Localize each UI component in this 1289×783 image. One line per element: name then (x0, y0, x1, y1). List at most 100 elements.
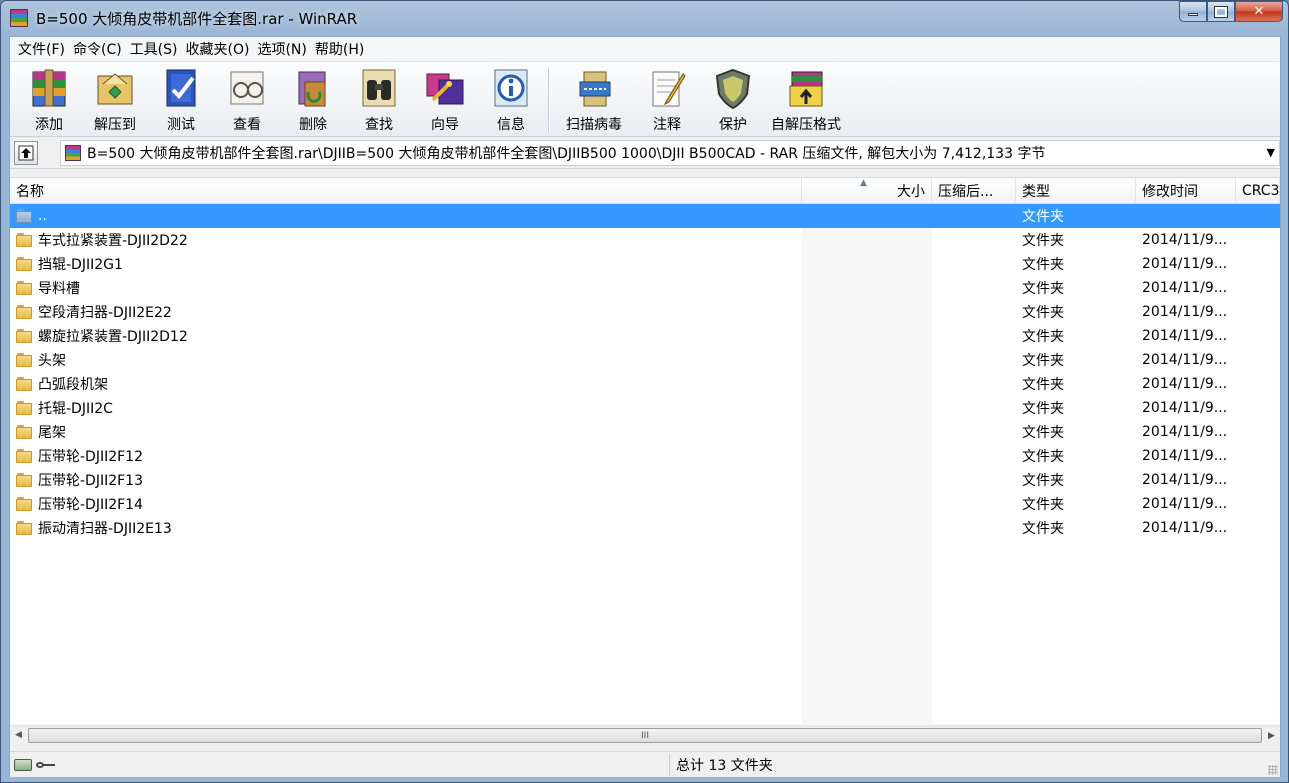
sfx-button[interactable]: 自解压格式 (766, 62, 846, 134)
find-button[interactable]: 查找 (346, 62, 412, 134)
table-row[interactable]: 压带轮-DJII2F12 文件夹 2014/11/9... (10, 444, 1280, 468)
row-mtime: 2014/11/9... (1142, 400, 1228, 416)
table-row[interactable]: 空段清扫器-DJII2E22 文件夹 2014/11/9... (10, 300, 1280, 324)
row-size-cell (802, 468, 932, 492)
table-row[interactable]: 头架 文件夹 2014/11/9... (10, 348, 1280, 372)
table-row[interactable]: 挡辊-DJII2G1 文件夹 2014/11/9... (10, 252, 1280, 276)
delete-icon (290, 66, 336, 110)
row-type: 文件夹 (1022, 353, 1064, 369)
row-packed-cell (932, 228, 1016, 252)
view-button[interactable]: 查看 (214, 62, 280, 134)
folder-icon (16, 233, 32, 247)
table-row[interactable]: 螺旋拉紧装置-DJII2D12 文件夹 2014/11/9... (10, 324, 1280, 348)
info-button[interactable]: 信息 (478, 62, 544, 134)
row-name-cell: 车式拉紧装置-DJII2D22 (10, 228, 802, 252)
winrar-app-icon (10, 9, 28, 27)
column-header-type[interactable]: 类型 (1016, 178, 1136, 204)
column-header-mtime[interactable]: 修改时间 (1136, 178, 1236, 204)
status-summary: 总计 13 文件夹 (676, 757, 773, 774)
wizard-label: 向导 (431, 117, 459, 133)
row-name-cell: 空段清扫器-DJII2E22 (10, 300, 802, 324)
address-path: B=500 大倾角皮带机部件全套图.rar\DJIIB=500 大倾角皮带机部件… (87, 145, 1046, 162)
row-crc-cell (1236, 300, 1280, 324)
row-type: 文件夹 (1022, 281, 1064, 297)
menu-favorites[interactable]: 收藏夹(O) (182, 39, 254, 59)
table-row[interactable]: 尾架 文件夹 2014/11/9... (10, 420, 1280, 444)
column-header-size[interactable]: 大小 (802, 178, 932, 204)
horizontal-scrollbar[interactable]: ◀ III ▶ (10, 726, 1280, 743)
title-bar[interactable]: B=500 大倾角皮带机部件全套图.rar - WinRAR ✕ (1, 1, 1288, 35)
row-size-cell (802, 492, 932, 516)
scroll-left-icon[interactable]: ◀ (10, 727, 27, 744)
row-size-cell (802, 348, 932, 372)
wizard-icon (422, 66, 468, 110)
row-type: 文件夹 (1022, 329, 1064, 345)
menu-options[interactable]: 选项(N) (253, 39, 310, 59)
address-field[interactable]: B=500 大倾角皮带机部件全套图.rar\DJIIB=500 大倾角皮带机部件… (60, 139, 1280, 166)
maximize-button[interactable] (1207, 1, 1235, 22)
comment-button[interactable]: 注释 (634, 62, 700, 134)
table-row[interactable]: 车式拉紧装置-DJII2D22 文件夹 2014/11/9... (10, 228, 1280, 252)
menu-help[interactable]: 帮助(H) (311, 39, 368, 59)
column-header-name[interactable]: 名称 (10, 178, 802, 204)
table-row[interactable]: 导料槽 文件夹 2014/11/9... (10, 276, 1280, 300)
menu-file[interactable]: 文件(F) (14, 39, 69, 59)
extract-to-button[interactable]: 解压到 (82, 62, 148, 134)
key-icon[interactable] (36, 760, 56, 770)
protect-icon (710, 66, 756, 110)
drive-icon[interactable] (14, 758, 32, 771)
row-size-cell (802, 516, 932, 540)
table-row[interactable]: 凸弧段机架 文件夹 2014/11/9... (10, 372, 1280, 396)
wizard-button[interactable]: 向导 (412, 62, 478, 134)
row-crc-cell (1236, 420, 1280, 444)
folder-icon (16, 521, 32, 535)
list-header: 名称 大小 压缩后... 类型 修改时间 CRC3 (10, 178, 1280, 204)
table-row[interactable]: 压带轮-DJII2F14 文件夹 2014/11/9... (10, 492, 1280, 516)
virus-scan-icon (571, 66, 617, 110)
row-name: 挡辊-DJII2G1 (38, 257, 123, 273)
table-row[interactable]: 压带轮-DJII2F13 文件夹 2014/11/9... (10, 468, 1280, 492)
row-packed-cell (932, 276, 1016, 300)
parent-folder-row[interactable]: .. 文件夹 (10, 204, 1280, 228)
row-name: 空段清扫器-DJII2E22 (38, 305, 172, 321)
status-left-pane (10, 753, 670, 776)
up-one-level-button[interactable] (14, 140, 38, 165)
extract-to-label: 解压到 (94, 117, 136, 133)
row-type: 文件夹 (1022, 521, 1064, 537)
row-size-cell (802, 204, 932, 228)
row-type: 文件夹 (1022, 257, 1064, 273)
row-name-cell: 压带轮-DJII2F13 (10, 468, 802, 492)
toolbar-separator (548, 68, 550, 132)
table-row[interactable]: 振动清扫器-DJII2E13 文件夹 2014/11/9... (10, 516, 1280, 540)
test-button[interactable]: 测试 (148, 62, 214, 134)
scroll-right-icon[interactable]: ▶ (1263, 727, 1280, 744)
row-packed-cell (932, 420, 1016, 444)
menu-commands[interactable]: 命令(C) (69, 39, 126, 59)
protect-button[interactable]: 保护 (700, 62, 766, 134)
close-button[interactable]: ✕ (1235, 1, 1283, 22)
menu-tools[interactable]: 工具(S) (126, 39, 182, 59)
row-size-cell (802, 444, 932, 468)
row-crc-cell (1236, 372, 1280, 396)
virus-scan-button[interactable]: 扫描病毒 (554, 62, 634, 134)
column-header-packed[interactable]: 压缩后... (932, 178, 1016, 204)
close-icon: ✕ (1253, 4, 1265, 19)
row-size-cell (802, 300, 932, 324)
row-crc-cell (1236, 252, 1280, 276)
info-icon (488, 66, 534, 110)
row-name: .. (38, 208, 47, 224)
minimize-button[interactable] (1179, 1, 1207, 22)
column-header-crc[interactable]: CRC3 (1236, 178, 1280, 204)
row-mtime: 2014/11/9... (1142, 520, 1228, 536)
add-button[interactable]: 添加 (16, 62, 82, 134)
resize-grip-icon[interactable] (1268, 765, 1278, 775)
folder-icon (16, 401, 32, 415)
row-name-cell: 头架 (10, 348, 802, 372)
table-row[interactable]: 托辊-DJII2C 文件夹 2014/11/9... (10, 396, 1280, 420)
scrollbar-thumb[interactable]: III (28, 728, 1262, 743)
delete-button[interactable]: 删除 (280, 62, 346, 134)
sfx-label: 自解压格式 (771, 117, 841, 133)
row-name: 导料槽 (38, 281, 80, 297)
chevron-down-icon[interactable]: ▼ (1267, 146, 1275, 159)
row-mtime: 2014/11/9... (1142, 232, 1228, 248)
